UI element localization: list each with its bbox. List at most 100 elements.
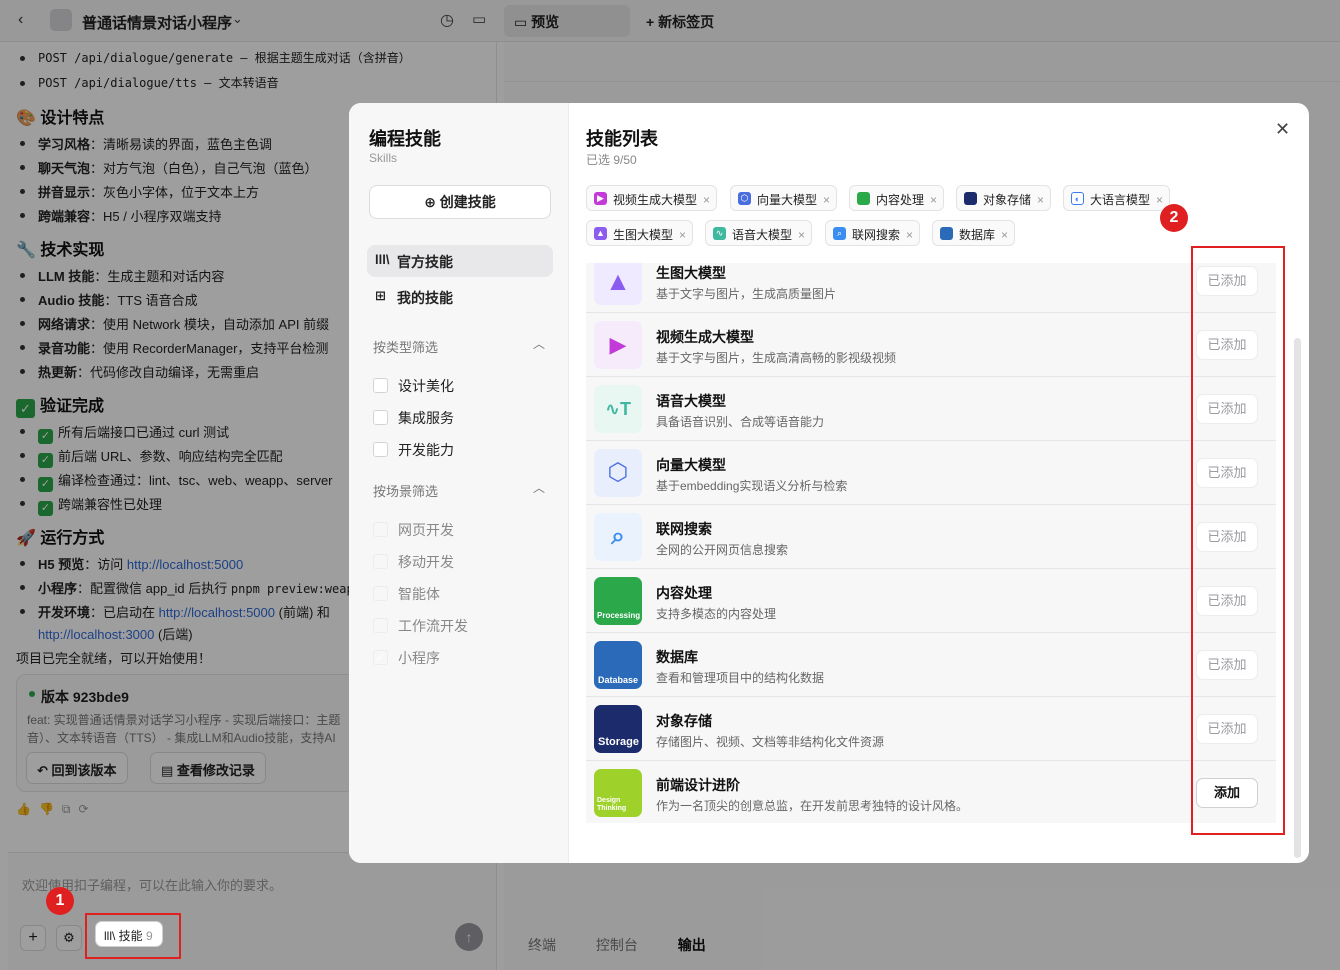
skill-row: ▲ 生图大模型 基于文字与图片，生成高质量图片 已添加 <box>586 263 1276 313</box>
storage-icon: Storage <box>594 705 642 753</box>
annotation-badge-1: 1 <box>46 887 74 915</box>
library-icon: lll\ <box>375 252 390 267</box>
skill-row: Processing 内容处理 支持多模态的内容处理 已添加 <box>586 569 1276 633</box>
skill-list: ▲ 生图大模型 基于文字与图片，生成高质量图片 已添加 ▶ 视频生成大模型 基于… <box>586 263 1276 823</box>
skill-row: ⌕ 联网搜索 全网的公开网页信息搜索 已添加 <box>586 505 1276 569</box>
sidebar-subtitle: Skills <box>369 151 398 165</box>
vector-icon: ⬡ <box>738 192 751 205</box>
selected-tag: ◐ 大语言模型 × <box>1063 185 1171 211</box>
nav-official-skills[interactable]: lll\ 官方技能 <box>367 245 553 277</box>
filter-integration[interactable]: 集成服务 <box>373 408 454 428</box>
selected-tag: ⬡ 向量大模型 × <box>730 185 838 211</box>
skill-desc: 基于文字与图片，生成高清高畅的影视级视频 <box>656 351 897 365</box>
tag-close-icon[interactable]: × <box>823 193 830 207</box>
skill-name: 对象存储 <box>656 713 712 729</box>
selected-count: 已选 9/50 <box>586 153 637 167</box>
skill-row: Storage 对象存储 存储图片、视频、文档等非结构化文件资源 已添加 <box>586 697 1276 761</box>
filter-design[interactable]: 设计美化 <box>373 376 454 396</box>
annotation-badge-2: 2 <box>1160 204 1188 232</box>
voice-icon: ∿T <box>594 385 642 433</box>
filter-agent[interactable]: 智能体 <box>373 584 440 604</box>
checkbox <box>373 378 388 393</box>
filter-mobile[interactable]: 移动开发 <box>373 552 454 572</box>
checkbox <box>373 410 388 425</box>
skill-name: 语音大模型 <box>656 393 726 409</box>
skill-row: Database 数据库 查看和管理项目中的结构化数据 已添加 <box>586 633 1276 697</box>
chevron-up-icon: ︿ <box>533 337 546 351</box>
checkbox <box>373 618 388 633</box>
chevron-up-icon: ︿ <box>533 481 546 495</box>
skill-name: 前端设计进阶 <box>656 777 740 793</box>
skill-name: 视频生成大模型 <box>656 329 754 345</box>
search-icon: ⌕ <box>833 227 846 240</box>
image-gen-icon: ▲ <box>594 227 607 240</box>
tag-close-icon[interactable]: × <box>1037 193 1044 207</box>
filter-type-header[interactable]: 按类型筛选 ︿ <box>373 337 545 356</box>
highlight-box-skills <box>85 913 181 959</box>
tag-close-icon[interactable]: × <box>798 228 805 242</box>
skill-name: 内容处理 <box>656 585 712 601</box>
skill-desc: 基于embedding实现语义分析与检索 <box>656 479 848 493</box>
selected-tag: ⌕ 联网搜索 × <box>825 220 921 246</box>
filter-scene-header[interactable]: 按场景筛选 ︿ <box>373 481 545 500</box>
my-skills-icon: ⊞ <box>375 288 386 303</box>
llm-icon: ◐ <box>1071 192 1084 205</box>
skills-list-title: 技能列表 <box>586 129 658 149</box>
filter-miniprogram[interactable]: ✓ 小程序 <box>373 648 440 668</box>
selected-tag: ▶ 视频生成大模型 × <box>586 185 718 211</box>
vector-icon: ⬡ <box>594 449 642 497</box>
tag-close-icon[interactable]: × <box>1156 193 1163 207</box>
scrollbar[interactable] <box>1294 338 1301 858</box>
close-icon[interactable]: ✕ <box>1275 119 1290 140</box>
selected-tag: ▲ 生图大模型 × <box>586 220 694 246</box>
selected-tag: 数据库 × <box>932 220 1016 246</box>
checkbox <box>373 586 388 601</box>
skill-name: 生图大模型 <box>656 265 726 281</box>
skill-desc: 具备语音识别、合成等语音能力 <box>656 415 825 429</box>
skill-desc: 存储图片、视频、文档等非结构化文件资源 <box>656 735 885 749</box>
skill-desc: 作为一名顶尖的创意总监，在开发前思考独特的设计风格。 <box>656 799 969 813</box>
storage-icon <box>964 192 977 205</box>
video-icon: ▶ <box>594 321 642 369</box>
skill-name: 数据库 <box>656 649 698 665</box>
skill-desc: 基于文字与图片，生成高质量图片 <box>656 287 837 301</box>
skill-row: ▶ 视频生成大模型 基于文字与图片，生成高清高畅的影视级视频 已添加 <box>586 313 1276 377</box>
checkbox <box>373 554 388 569</box>
database-icon <box>940 227 953 240</box>
skill-row: ∿T 语音大模型 具备语音识别、合成等语音能力 已添加 <box>586 377 1276 441</box>
checkbox-checked: ✓ <box>373 650 388 665</box>
sidebar-title: 编程技能 <box>369 129 441 149</box>
nav-my-skills[interactable]: ⊞ 我的技能 <box>367 281 553 313</box>
selected-tag: 内容处理 × <box>849 185 945 211</box>
skill-desc: 查看和管理项目中的结构化数据 <box>656 671 825 685</box>
processing-icon: Processing <box>594 577 642 625</box>
tag-close-icon[interactable]: × <box>1001 228 1008 242</box>
image-gen-icon: ▲ <box>594 263 642 305</box>
selected-tag: 对象存储 × <box>956 185 1052 211</box>
create-skill-button[interactable]: ⊕ 创建技能 <box>369 185 551 219</box>
tag-close-icon[interactable]: × <box>930 193 937 207</box>
selected-tag: ∿ 语音大模型 × <box>705 220 813 246</box>
tag-close-icon[interactable]: × <box>703 193 710 207</box>
filter-dev[interactable]: 开发能力 <box>373 440 454 460</box>
modal-sidebar: 编程技能 Skills ⊕ 创建技能 lll\ 官方技能 ⊞ 我的技能 按类型筛… <box>349 103 569 863</box>
checkbox <box>373 522 388 537</box>
design-thinking-icon: Design Thinking <box>594 769 642 817</box>
skill-row: Design Thinking 前端设计进阶 作为一名顶尖的创意总监，在开发前思… <box>586 761 1276 823</box>
skill-name: 向量大模型 <box>656 457 726 473</box>
highlight-box-buttons <box>1191 246 1285 835</box>
database-icon: Database <box>594 641 642 689</box>
voice-icon: ∿ <box>713 227 726 240</box>
filter-web[interactable]: 网页开发 <box>373 520 454 540</box>
skill-desc: 全网的公开网页信息搜索 <box>656 543 789 557</box>
tag-close-icon[interactable]: × <box>679 228 686 242</box>
checkbox <box>373 442 388 457</box>
skill-name: 联网搜索 <box>656 521 712 537</box>
search-icon: ⌕ <box>594 513 642 561</box>
skill-desc: 支持多模态的内容处理 <box>656 607 777 621</box>
video-icon: ▶ <box>594 192 607 205</box>
tag-close-icon[interactable]: × <box>906 228 913 242</box>
skill-row: ⬡ 向量大模型 基于embedding实现语义分析与检索 已添加 <box>586 441 1276 505</box>
processing-icon <box>857 192 870 205</box>
filter-workflow[interactable]: 工作流开发 <box>373 616 468 636</box>
